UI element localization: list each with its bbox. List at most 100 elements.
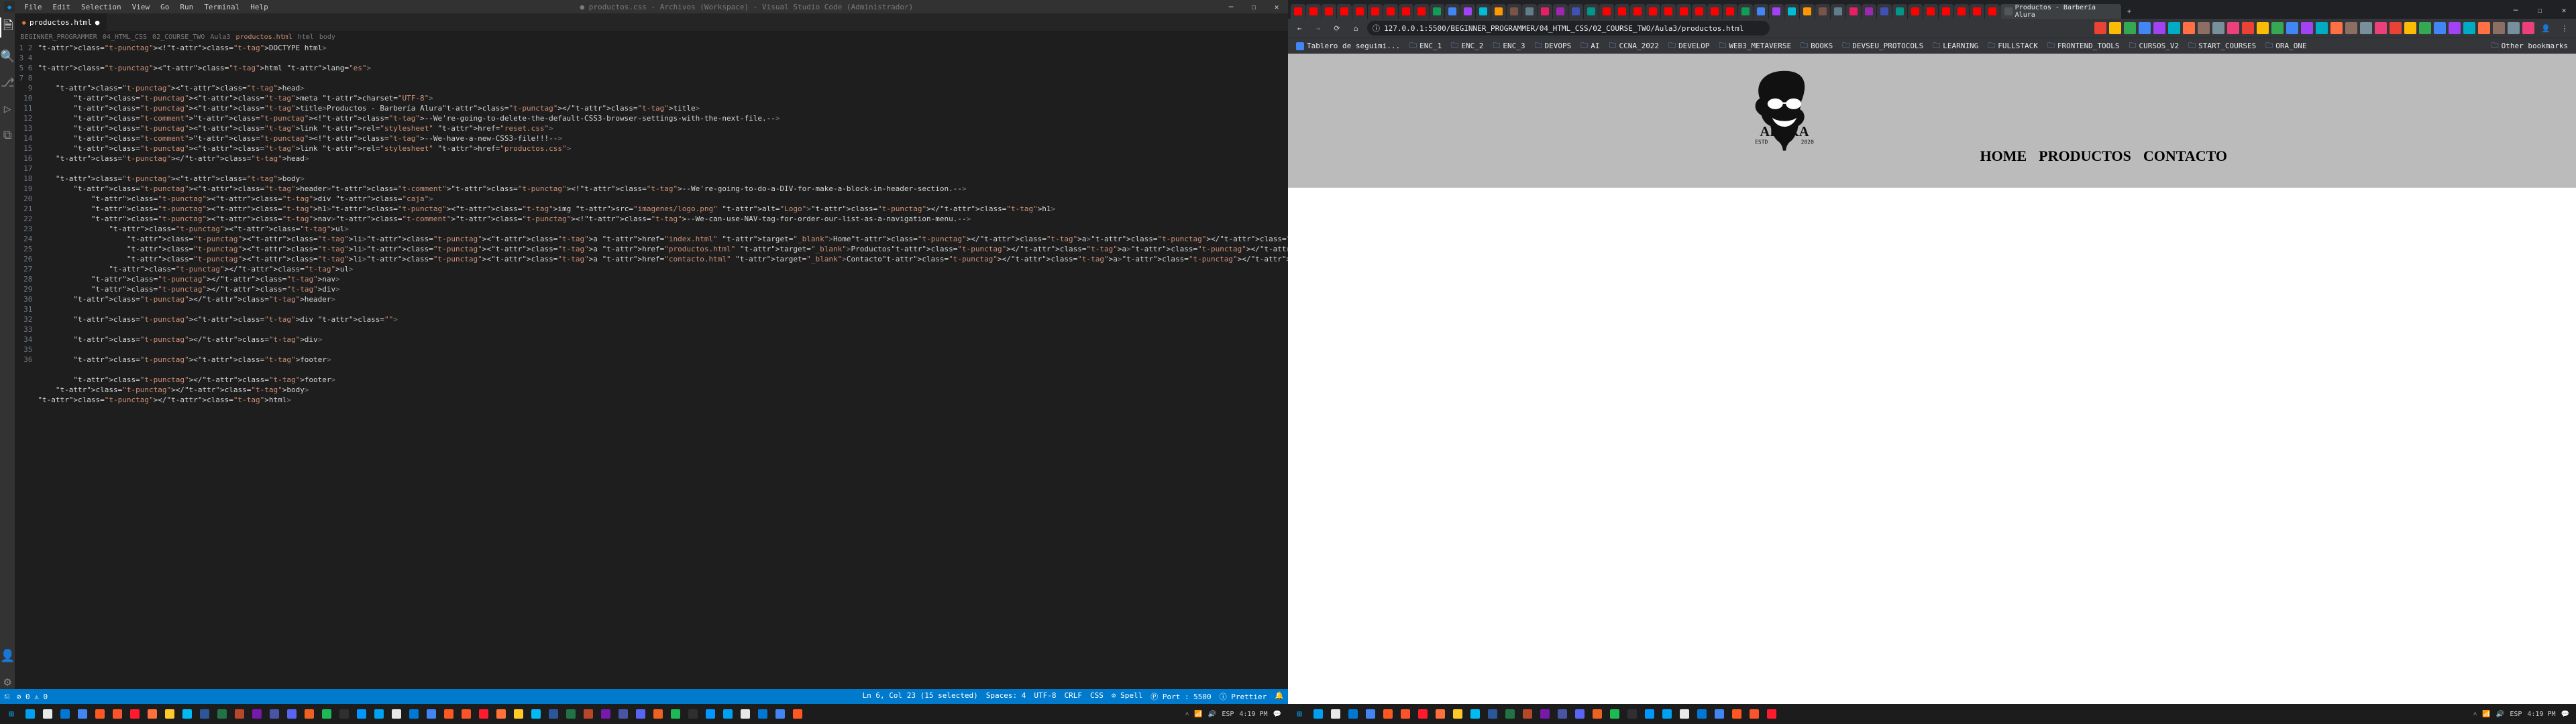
- window-minimize-button[interactable]: ─: [2504, 3, 2528, 19]
- taskbar-app-icon[interactable]: [562, 705, 580, 723]
- nav-link-contacto[interactable]: Contacto: [2143, 147, 2227, 165]
- taskbar-app-icon[interactable]: [1414, 705, 1432, 723]
- browser-tab[interactable]: [1784, 4, 1799, 19]
- browser-tab[interactable]: [1568, 4, 1583, 19]
- start-button[interactable]: ⊞: [3, 705, 20, 723]
- extension-icon[interactable]: [2375, 22, 2387, 34]
- taskbar-app-icon[interactable]: [737, 705, 754, 723]
- taskbar-app-icon[interactable]: [353, 705, 370, 723]
- extension-icon[interactable]: [2271, 22, 2284, 34]
- extension-icon[interactable]: [2493, 22, 2505, 34]
- taskbar-app-icon[interactable]: [178, 705, 196, 723]
- address-bar[interactable]: ⓘ 127.0.0.1:5500/BEGINNER_PROGRAMMER/04_…: [1367, 21, 1770, 36]
- extension-icon[interactable]: [2390, 22, 2402, 34]
- browser-tab[interactable]: [1445, 4, 1460, 19]
- nav-link-home[interactable]: Home: [1980, 147, 2027, 165]
- start-button[interactable]: ⊞: [1291, 705, 1308, 723]
- taskbar-app-icon[interactable]: [370, 705, 388, 723]
- browser-tab[interactable]: [1337, 4, 1352, 19]
- status-item[interactable]: ⓘ Prettier: [1220, 691, 1267, 702]
- browser-tab[interactable]: [1985, 4, 2000, 19]
- taskbar-app-icon[interactable]: [475, 705, 492, 723]
- browser-tab[interactable]: [1584, 4, 1599, 19]
- extension-icon[interactable]: [2463, 22, 2475, 34]
- chevron-up-icon[interactable]: ˄: [1185, 711, 1189, 718]
- status-item[interactable]: ⊘ Spell: [1112, 691, 1142, 702]
- taskbar-app-icon[interactable]: [1658, 705, 1676, 723]
- extensions-icon[interactable]: ⧉: [3, 128, 12, 142]
- search-icon[interactable]: 🔍: [0, 50, 15, 64]
- browser-tab-active[interactable]: Productos - Barbería Alura: [2000, 4, 2121, 19]
- taskbar-app-icon[interactable]: [1519, 705, 1536, 723]
- taskbar-app-icon[interactable]: [301, 705, 318, 723]
- other-bookmarks[interactable]: 🗀 Other bookmarks: [2487, 38, 2572, 54]
- system-tray[interactable]: ˄ 📶 🔊 ESP 4:19 PM 💬: [1185, 711, 1285, 718]
- taskbar-app-icon[interactable]: [231, 705, 248, 723]
- taskbar-app-icon[interactable]: [1693, 705, 1711, 723]
- window-maximize-button[interactable]: ☐: [1242, 3, 1265, 11]
- extension-icon[interactable]: [2449, 22, 2461, 34]
- account-icon[interactable]: 👤: [0, 649, 15, 663]
- taskbar-app-icon[interactable]: [1536, 705, 1554, 723]
- browser-tab[interactable]: [1692, 4, 1707, 19]
- browser-tab[interactable]: [1939, 4, 1953, 19]
- browser-tab[interactable]: [1352, 4, 1367, 19]
- taskbar-app-icon[interactable]: [1362, 705, 1379, 723]
- taskbar-app-icon[interactable]: [91, 705, 109, 723]
- taskbar-app-icon[interactable]: [510, 705, 527, 723]
- taskbar-app-icon[interactable]: [1484, 705, 1501, 723]
- bookmark-folder[interactable]: 🗀ENC_3: [1489, 38, 1529, 54]
- browser-tab[interactable]: [1769, 4, 1784, 19]
- tab-productos-html[interactable]: ◆ productos.html ●: [15, 13, 107, 31]
- volume-icon[interactable]: 🔊: [1208, 711, 1216, 718]
- taskbar-app-icon[interactable]: [1606, 705, 1623, 723]
- extension-icon[interactable]: [2522, 22, 2534, 34]
- browser-tab[interactable]: [1676, 4, 1691, 19]
- browser-tab[interactable]: [1800, 4, 1815, 19]
- bookmark-folder[interactable]: 🗀ENC_1: [1405, 38, 1446, 54]
- taskbar-app-icon[interactable]: [702, 705, 719, 723]
- browser-tab[interactable]: [1553, 4, 1568, 19]
- browser-tab[interactable]: [1522, 4, 1537, 19]
- window-close-button[interactable]: ✕: [1265, 3, 1288, 11]
- bookmark-folder[interactable]: 🗀ENC_2: [1447, 38, 1487, 54]
- taskbar-app-icon[interactable]: [614, 705, 632, 723]
- taskbar-app-icon[interactable]: [1641, 705, 1658, 723]
- clock[interactable]: 4:19 PM: [1239, 711, 1267, 718]
- extension-icon[interactable]: [2227, 22, 2239, 34]
- browser-tab[interactable]: [1954, 4, 1969, 19]
- extension-icon[interactable]: [2212, 22, 2224, 34]
- taskbar-app-icon[interactable]: [1623, 705, 1641, 723]
- volume-icon[interactable]: 🔊: [2496, 711, 2504, 718]
- bookmark-folder[interactable]: 🗀ORA_ONE: [2261, 38, 2310, 54]
- bookmark-folder[interactable]: 🗀DEVSEU_PROTOCOLS: [1838, 38, 1927, 54]
- explorer-icon[interactable]: 🗎: [0, 17, 15, 38]
- bookmark-item[interactable]: Tablero de seguimi...: [1292, 38, 1404, 54]
- status-item[interactable]: Ⓟ Port : 5500: [1150, 691, 1211, 702]
- browser-tab[interactable]: [1815, 4, 1830, 19]
- problems-count[interactable]: ⊘ 0 ⚠ 0: [17, 692, 48, 701]
- browser-tab[interactable]: [1661, 4, 1676, 19]
- window-minimize-button[interactable]: ─: [1220, 3, 1242, 11]
- taskbar-app-icon[interactable]: [527, 705, 545, 723]
- taskbar-app-icon[interactable]: [545, 705, 562, 723]
- browser-tab[interactable]: [1615, 4, 1629, 19]
- menu-file[interactable]: File: [19, 3, 48, 11]
- taskbar-app-icon[interactable]: [423, 705, 440, 723]
- browser-tab[interactable]: [1399, 4, 1413, 19]
- browser-tab[interactable]: [1507, 4, 1521, 19]
- taskbar-app-icon[interactable]: [1397, 705, 1414, 723]
- taskbar-app-icon[interactable]: [39, 705, 56, 723]
- menu-selection[interactable]: Selection: [76, 3, 127, 11]
- language-indicator[interactable]: ESP: [1222, 711, 1234, 718]
- notifications-icon[interactable]: 💬: [2561, 711, 2569, 718]
- browser-tab[interactable]: [1322, 4, 1336, 19]
- extension-icon[interactable]: [2478, 22, 2490, 34]
- taskbar-app-icon[interactable]: [109, 705, 126, 723]
- extension-icon[interactable]: [2198, 22, 2210, 34]
- taskbar-app-icon[interactable]: [597, 705, 614, 723]
- extension-icon[interactable]: [2257, 22, 2269, 34]
- taskbar-app-icon[interactable]: [1466, 705, 1484, 723]
- extension-icon[interactable]: [2168, 22, 2180, 34]
- taskbar-app-icon[interactable]: [388, 705, 405, 723]
